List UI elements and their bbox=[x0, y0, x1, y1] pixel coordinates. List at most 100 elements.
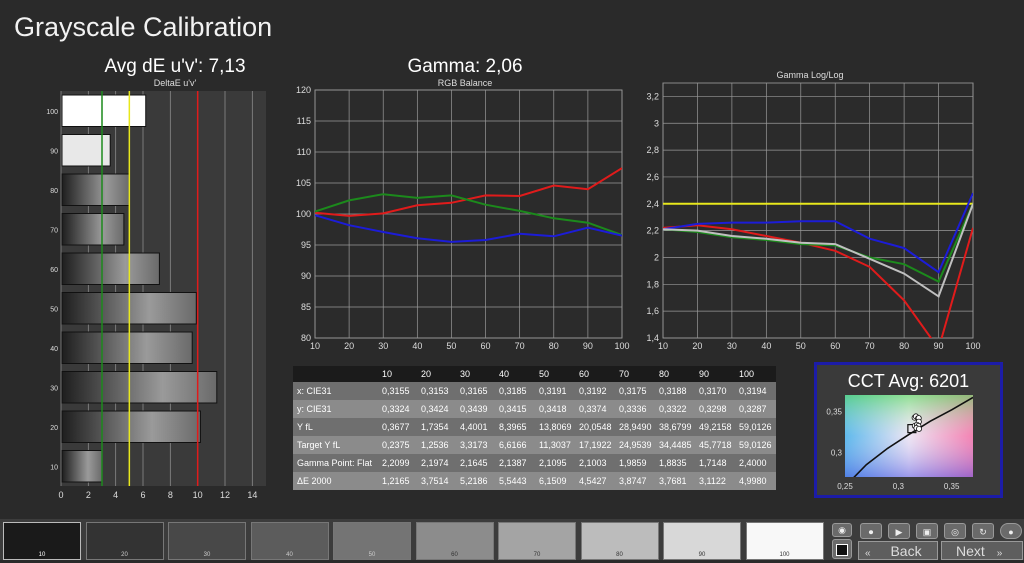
chevron-right-icon: » bbox=[996, 548, 1003, 559]
table-cell: 0,3424 bbox=[417, 400, 456, 418]
cct-panel: CCT Avg: 6201 0,25 0,3 0,35 0,3 0,35 bbox=[814, 362, 1003, 498]
patch-30[interactable]: 30 bbox=[168, 522, 246, 560]
deltae-bar bbox=[61, 450, 103, 483]
y-tick-label: 2,8 bbox=[646, 145, 659, 155]
patch-10[interactable]: 10 bbox=[3, 522, 81, 560]
x-tick-label: 0,25 bbox=[837, 482, 853, 491]
y-tick-label: 0,3 bbox=[831, 448, 843, 457]
table-cell: 6,6166 bbox=[495, 436, 535, 454]
table-cell: y: CIE31 bbox=[293, 400, 378, 418]
table-cell: 24,9539 bbox=[615, 436, 655, 454]
patch-label: 50 bbox=[368, 552, 376, 558]
table-cell: 0,3439 bbox=[456, 400, 495, 418]
table-row: Gamma Point: Flat 2,2099 2,1974 2,1645 2,138… bbox=[293, 454, 776, 472]
table-cell: 11,3037 bbox=[535, 436, 575, 454]
table-cell: 38,6799 bbox=[655, 418, 695, 436]
table-cell: 2,4000 bbox=[735, 454, 776, 472]
x-tick-label: 60 bbox=[481, 341, 491, 351]
patch-100[interactable]: 100 bbox=[745, 522, 824, 560]
deltae-bar bbox=[61, 213, 125, 246]
patch-50[interactable]: 50 bbox=[333, 522, 411, 560]
column-header: 80 bbox=[655, 366, 695, 382]
help-button[interactable]: ● bbox=[1000, 523, 1022, 539]
table-cell: 2,2099 bbox=[378, 454, 417, 472]
glasses-icon: ◎ bbox=[951, 527, 959, 537]
patch-40[interactable]: 40 bbox=[250, 522, 329, 560]
y-tick-label: 120 bbox=[296, 85, 311, 95]
table-cell: 34,4485 bbox=[655, 436, 695, 454]
table-cell: 4,4001 bbox=[456, 418, 495, 436]
x-tick-label: 6 bbox=[140, 490, 145, 500]
back-button[interactable]: « Back bbox=[858, 541, 938, 560]
page-title: Grayscale Calibration bbox=[14, 12, 273, 42]
table-cell: 0,3188 bbox=[655, 382, 695, 400]
y-tick-label: 95 bbox=[301, 240, 311, 250]
category-label: 50 bbox=[50, 306, 58, 313]
table-cell: 0,3185 bbox=[495, 382, 535, 400]
table-cell: 1,9859 bbox=[615, 454, 655, 472]
eye-icon: ◉ bbox=[838, 525, 846, 535]
table-row: y: CIE31 0,3324 0,3424 0,3439 0,3415 0,3418 0,… bbox=[293, 400, 776, 418]
table-cell: Gamma Point: Flat bbox=[293, 454, 378, 472]
patch-label: 30 bbox=[203, 552, 211, 558]
view-button[interactable]: ◉ bbox=[832, 523, 852, 537]
table-cell: 1,2536 bbox=[417, 436, 456, 454]
save-button[interactable]: ▣ bbox=[916, 523, 938, 539]
patch-20[interactable]: 20 bbox=[85, 522, 164, 560]
x-tick-label: 10 bbox=[193, 490, 203, 500]
y-tick-label: 2 bbox=[654, 252, 659, 262]
table-cell: 59,0126 bbox=[735, 418, 776, 436]
patch-90[interactable]: 90 bbox=[663, 522, 741, 560]
x-tick-label: 80 bbox=[549, 341, 559, 351]
y-tick-label: 2,2 bbox=[646, 226, 659, 236]
refresh-button[interactable]: ↻ bbox=[972, 523, 994, 539]
next-button[interactable]: Next » bbox=[941, 541, 1023, 560]
table-cell: 0,3192 bbox=[575, 382, 615, 400]
deltae-bar bbox=[61, 94, 147, 127]
x-tick-label: 30 bbox=[727, 341, 737, 351]
deltae-bar bbox=[61, 134, 111, 167]
play-icon: ▶ bbox=[895, 527, 903, 537]
patch-60[interactable]: 60 bbox=[415, 522, 494, 560]
table-cell: 2,1645 bbox=[456, 454, 495, 472]
table-cell: 4,5427 bbox=[575, 472, 615, 490]
table-cell: 28,9490 bbox=[615, 418, 655, 436]
deltae-bar-chart: 0 2 4 6 8 10 12 14 100 90 80 70 60 50 40 30 20 10 bbox=[46, 91, 266, 500]
table-cell: 5,2186 bbox=[456, 472, 495, 490]
deltae-bar bbox=[61, 173, 130, 206]
stop-button[interactable] bbox=[832, 539, 852, 559]
cie-gradient-overlay bbox=[845, 395, 973, 477]
table-cell: 3,1122 bbox=[695, 472, 735, 490]
table-cell: 0,3374 bbox=[575, 400, 615, 418]
deltae-title: Avg dE u'v': 7,13 bbox=[104, 56, 246, 77]
column-header: 30 bbox=[456, 366, 495, 382]
column-header: 90 bbox=[695, 366, 735, 382]
column-header: 40 bbox=[495, 366, 535, 382]
table-cell: 49,2158 bbox=[695, 418, 735, 436]
x-tick-label: 10 bbox=[658, 341, 668, 351]
table-cell: 2,1974 bbox=[417, 454, 456, 472]
table-cell: 0,3324 bbox=[378, 400, 417, 418]
column-header: 20 bbox=[417, 366, 456, 382]
y-tick-label: 100 bbox=[296, 209, 311, 219]
category-label: 80 bbox=[50, 188, 58, 195]
stop-measure-button[interactable]: ⏺ bbox=[860, 523, 882, 539]
table-cell: 45,7718 bbox=[695, 436, 735, 454]
table-cell: 0,3155 bbox=[378, 382, 417, 400]
x-tick-label: 50 bbox=[796, 341, 806, 351]
x-tick-label: 20 bbox=[344, 341, 354, 351]
eye-button[interactable]: ◎ bbox=[944, 523, 966, 539]
circle-icon: ● bbox=[1008, 527, 1014, 537]
table-cell: 0,3298 bbox=[695, 400, 735, 418]
table-cell: 2,1095 bbox=[535, 454, 575, 472]
x-tick-label: 8 bbox=[168, 490, 173, 500]
patch-80[interactable]: 80 bbox=[580, 522, 659, 560]
deltae-bar bbox=[61, 410, 201, 443]
table-cell: 0,3677 bbox=[378, 418, 417, 436]
table-cell: ΔE 2000 bbox=[293, 472, 378, 490]
play-button[interactable]: ▶ bbox=[888, 523, 910, 539]
patch-70[interactable]: 70 bbox=[498, 522, 576, 560]
table-cell: 0,3165 bbox=[456, 382, 495, 400]
table-cell: 0,3336 bbox=[615, 400, 655, 418]
y-tick-label: 90 bbox=[301, 271, 311, 281]
